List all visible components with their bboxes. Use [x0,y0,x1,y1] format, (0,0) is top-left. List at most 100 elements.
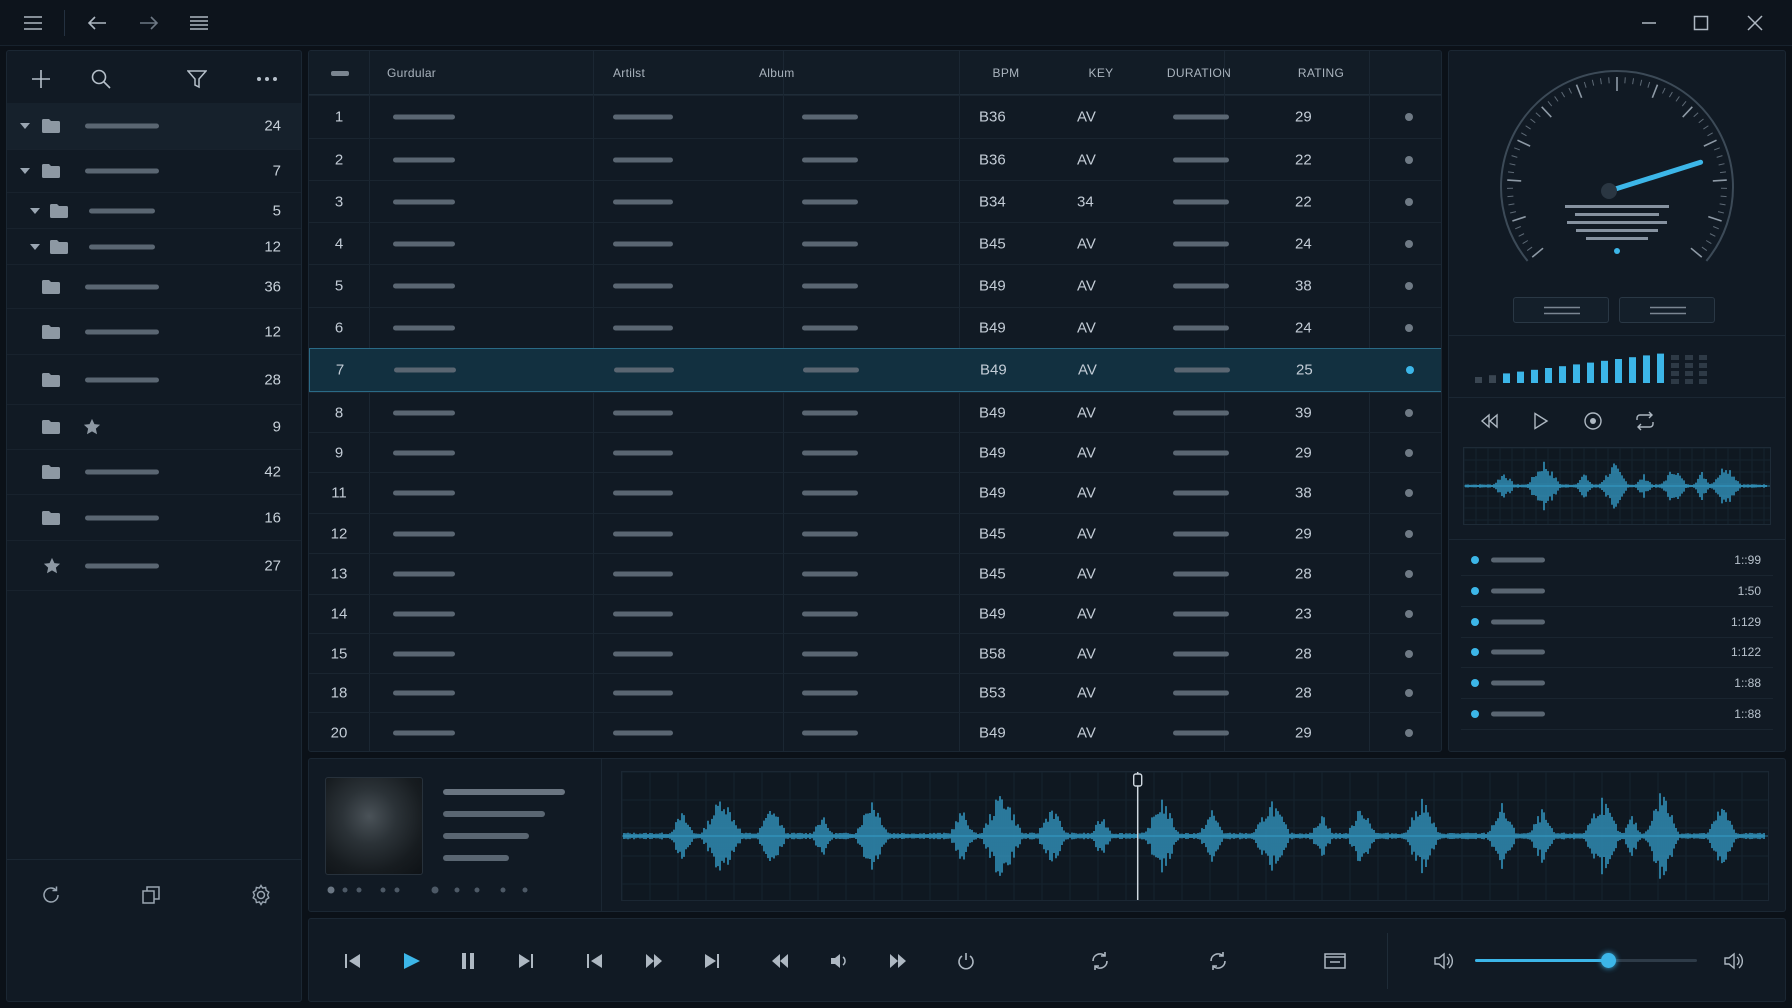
table-row[interactable]: 8 B49 AV 39 [309,392,1441,432]
carousel-dot[interactable] [394,887,400,893]
folder-tree-item[interactable]: 12 [7,229,301,265]
status-dot[interactable] [1405,610,1413,618]
status-dot[interactable] [1406,366,1414,374]
column-header[interactable]: RATING [1286,51,1356,95]
queue-item[interactable]: 1::88 [1461,699,1773,730]
table-row[interactable]: 20 B49 AV 29 [309,712,1441,751]
status-dot[interactable] [1405,649,1413,658]
repeat-icon[interactable] [1081,941,1121,981]
column-header[interactable]: Album [759,51,795,95]
status-dot[interactable] [1405,489,1413,497]
table-row[interactable]: 11 B49 AV 38 [309,472,1441,513]
forward-icon[interactable] [879,941,919,981]
volume-high-icon[interactable] [1713,941,1753,981]
column-header[interactable]: KEY [1076,51,1126,95]
playhead-handle[interactable] [1133,773,1143,787]
close-icon[interactable] [1740,8,1770,38]
carousel-dot[interactable] [431,886,439,894]
table-row[interactable]: 3 B34 34 22 [309,180,1441,222]
carousel-dot[interactable] [342,887,348,893]
table-row[interactable]: 1 B36 AV 29 [309,95,1441,138]
more-icon[interactable] [249,61,285,97]
column-header[interactable]: BPM [976,51,1036,95]
record-icon[interactable] [1575,403,1611,439]
folder-tree-item[interactable]: 36 [7,265,301,309]
chevron-down-icon[interactable] [19,167,31,175]
status-dot[interactable] [1405,408,1413,417]
table-row[interactable]: 5 B49 AV 38 [309,264,1441,307]
back-arrow-icon[interactable] [82,8,112,38]
hamburger-icon[interactable] [18,8,48,38]
table-row[interactable]: 15 B58 AV 28 [309,633,1441,673]
next-icon[interactable] [693,941,733,981]
queue-item[interactable]: 1:50 [1461,576,1773,607]
play-icon[interactable] [1523,403,1559,439]
table-row[interactable]: 12 B45 AV 29 [309,513,1441,553]
column-header[interactable]: Gurdular [387,51,436,95]
settings-icon[interactable] [243,877,279,913]
table-row[interactable]: 18 B53 AV 28 [309,673,1441,712]
chevron-down-icon[interactable] [19,122,31,130]
folder-tree-item[interactable]: 12 [7,309,301,355]
status-dot[interactable] [1405,448,1413,457]
carousel-dot[interactable] [522,887,528,893]
screen-icon[interactable] [1315,941,1355,981]
rewind-icon[interactable] [761,941,801,981]
copy-icon[interactable] [133,877,169,913]
search-icon[interactable] [83,61,119,97]
status-dot[interactable] [1405,689,1413,697]
folder-tree-item[interactable]: 16 [7,495,301,541]
table-row[interactable]: 2 B36 AV 22 [309,138,1441,180]
carousel-dots[interactable] [327,885,547,895]
queue-item[interactable]: 1::88 [1461,668,1773,699]
queue-item[interactable]: 1:122 [1461,637,1773,668]
chevron-down-icon[interactable] [29,243,41,251]
carousel-dot[interactable] [500,887,506,893]
album-art[interactable] [325,777,423,875]
add-icon[interactable] [23,61,59,97]
volume-slider[interactable] [1475,953,1697,968]
status-dot[interactable] [1405,155,1413,164]
table-row[interactable]: 4 B45 AV 24 [309,222,1441,264]
carousel-dot[interactable] [474,887,480,893]
list-icon[interactable] [184,8,214,38]
queue-item[interactable]: 1:129 [1461,607,1773,638]
play-icon[interactable] [391,941,431,981]
carousel-dot[interactable] [380,887,386,893]
folder-tree-item[interactable]: 9 [7,405,301,450]
folder-tree-item[interactable]: 5 [7,193,301,229]
folder-tree-item[interactable]: 24 [7,103,301,150]
power-icon[interactable] [947,941,987,981]
table-row[interactable]: 13 B45 AV 28 [309,553,1441,594]
status-dot[interactable] [1405,529,1413,538]
folder-tree-item[interactable]: 27 [7,541,301,591]
carousel-dot[interactable] [356,887,362,893]
main-waveform[interactable] [622,772,1768,900]
gauge-mode-button-1[interactable] [1513,297,1609,323]
status-dot[interactable] [1405,324,1413,332]
rewind-icon[interactable] [1471,403,1507,439]
shuffle-repeat-icon[interactable] [1199,941,1239,981]
skip-start-icon[interactable] [333,941,373,981]
table-row[interactable]: 7 B49 AV 25 [309,348,1441,392]
select-all-checkbox[interactable] [331,71,349,76]
waveform-panel[interactable] [621,771,1769,901]
folder-tree-item[interactable]: 42 [7,450,301,495]
filter-icon[interactable] [179,61,215,97]
table-row[interactable]: 14 B49 AV 23 [309,594,1441,633]
maximize-icon[interactable] [1686,8,1716,38]
table-row[interactable]: 6 B49 AV 24 [309,307,1441,348]
refresh-icon[interactable] [33,877,69,913]
status-dot[interactable] [1405,282,1413,290]
status-dot[interactable] [1405,570,1413,578]
column-header[interactable]: Artilst [613,51,645,95]
loop-icon[interactable] [1627,403,1663,439]
status-dot[interactable] [1405,113,1413,121]
forward-arrow-icon[interactable] [134,8,164,38]
folder-tree-item[interactable]: 7 [7,150,301,193]
column-header[interactable]: DURATION [1144,51,1254,95]
skip-end-icon[interactable] [507,941,547,981]
gauge-mode-button-2[interactable] [1619,297,1715,323]
volume-low-icon[interactable] [1423,941,1463,981]
pause-icon[interactable] [449,941,489,981]
